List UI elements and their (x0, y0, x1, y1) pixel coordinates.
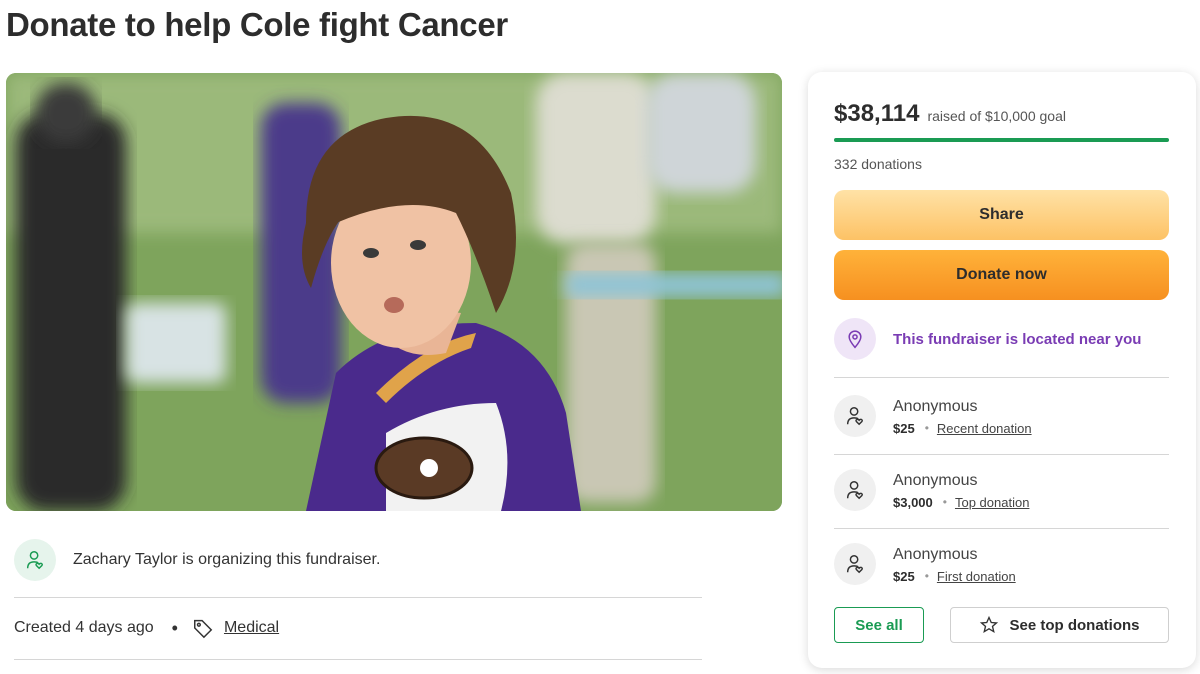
organizer-row: Zachary Taylor is organizing this fundra… (14, 537, 702, 583)
divider (834, 377, 1169, 378)
progress-bar (834, 138, 1169, 142)
donor-name: Anonymous (893, 397, 978, 415)
donation-item: Anonymous $25 • Recent donation (834, 390, 1169, 442)
see-top-donations-button[interactable]: See top donations (950, 607, 1169, 643)
divider (14, 597, 702, 598)
meta-separator: • (171, 617, 178, 638)
tag-icon (192, 617, 214, 639)
donation-amount: $25 (893, 568, 915, 584)
donor-name: Anonymous (893, 545, 978, 563)
donation-type-link[interactable]: Top donation (955, 495, 1029, 510)
donation-sidebar: $38,114 raised of $10,000 goal 332 donat… (808, 72, 1196, 668)
see-top-donations-label: See top donations (1009, 616, 1140, 634)
bullet-separator: • (942, 495, 947, 509)
bullet-separator: • (924, 569, 929, 583)
organizer-text: Zachary Taylor is organizing this fundra… (73, 551, 381, 568)
user-heart-icon (834, 395, 876, 437)
category-link[interactable]: Medical (224, 619, 279, 637)
user-heart-icon (14, 539, 56, 581)
donation-item: Anonymous $25 • First donation (834, 538, 1169, 590)
page-title: Donate to help Cole fight Cancer (6, 6, 508, 43)
donor-name: Anonymous (893, 471, 978, 489)
divider (834, 454, 1169, 455)
location-pin-icon (834, 318, 876, 360)
donation-type-link[interactable]: First donation (937, 569, 1016, 584)
fundraiser-photo (6, 73, 782, 511)
amount-raised: $38,114 (834, 100, 920, 127)
bullet-separator: • (924, 421, 929, 435)
divider (14, 659, 702, 660)
created-date: Created 4 days ago (14, 619, 154, 636)
goal-text: raised of $10,000 goal (927, 108, 1066, 124)
location-text: This fundraiser is located near you (893, 330, 1142, 348)
user-heart-icon (834, 469, 876, 511)
location-notice: This fundraiser is located near you (834, 318, 1169, 360)
see-all-button[interactable]: See all (834, 607, 924, 643)
donation-count: 332 donations (834, 156, 922, 172)
donation-type-link[interactable]: Recent donation (937, 421, 1032, 436)
donate-now-button[interactable]: Donate now (834, 250, 1169, 300)
raised-summary: $38,114 raised of $10,000 goal (834, 100, 1066, 128)
donation-amount: $25 (893, 420, 915, 436)
share-button[interactable]: Share (834, 190, 1169, 240)
star-icon (980, 615, 999, 634)
fundraiser-photo-image (6, 73, 782, 511)
fundraiser-meta: Created 4 days ago • Medical (14, 616, 279, 640)
user-heart-icon (834, 543, 876, 585)
divider (834, 528, 1169, 529)
donation-item: Anonymous $3,000 • Top donation (834, 464, 1169, 516)
progress-bar-fill (834, 138, 1169, 142)
donation-amount: $3,000 (893, 494, 933, 510)
